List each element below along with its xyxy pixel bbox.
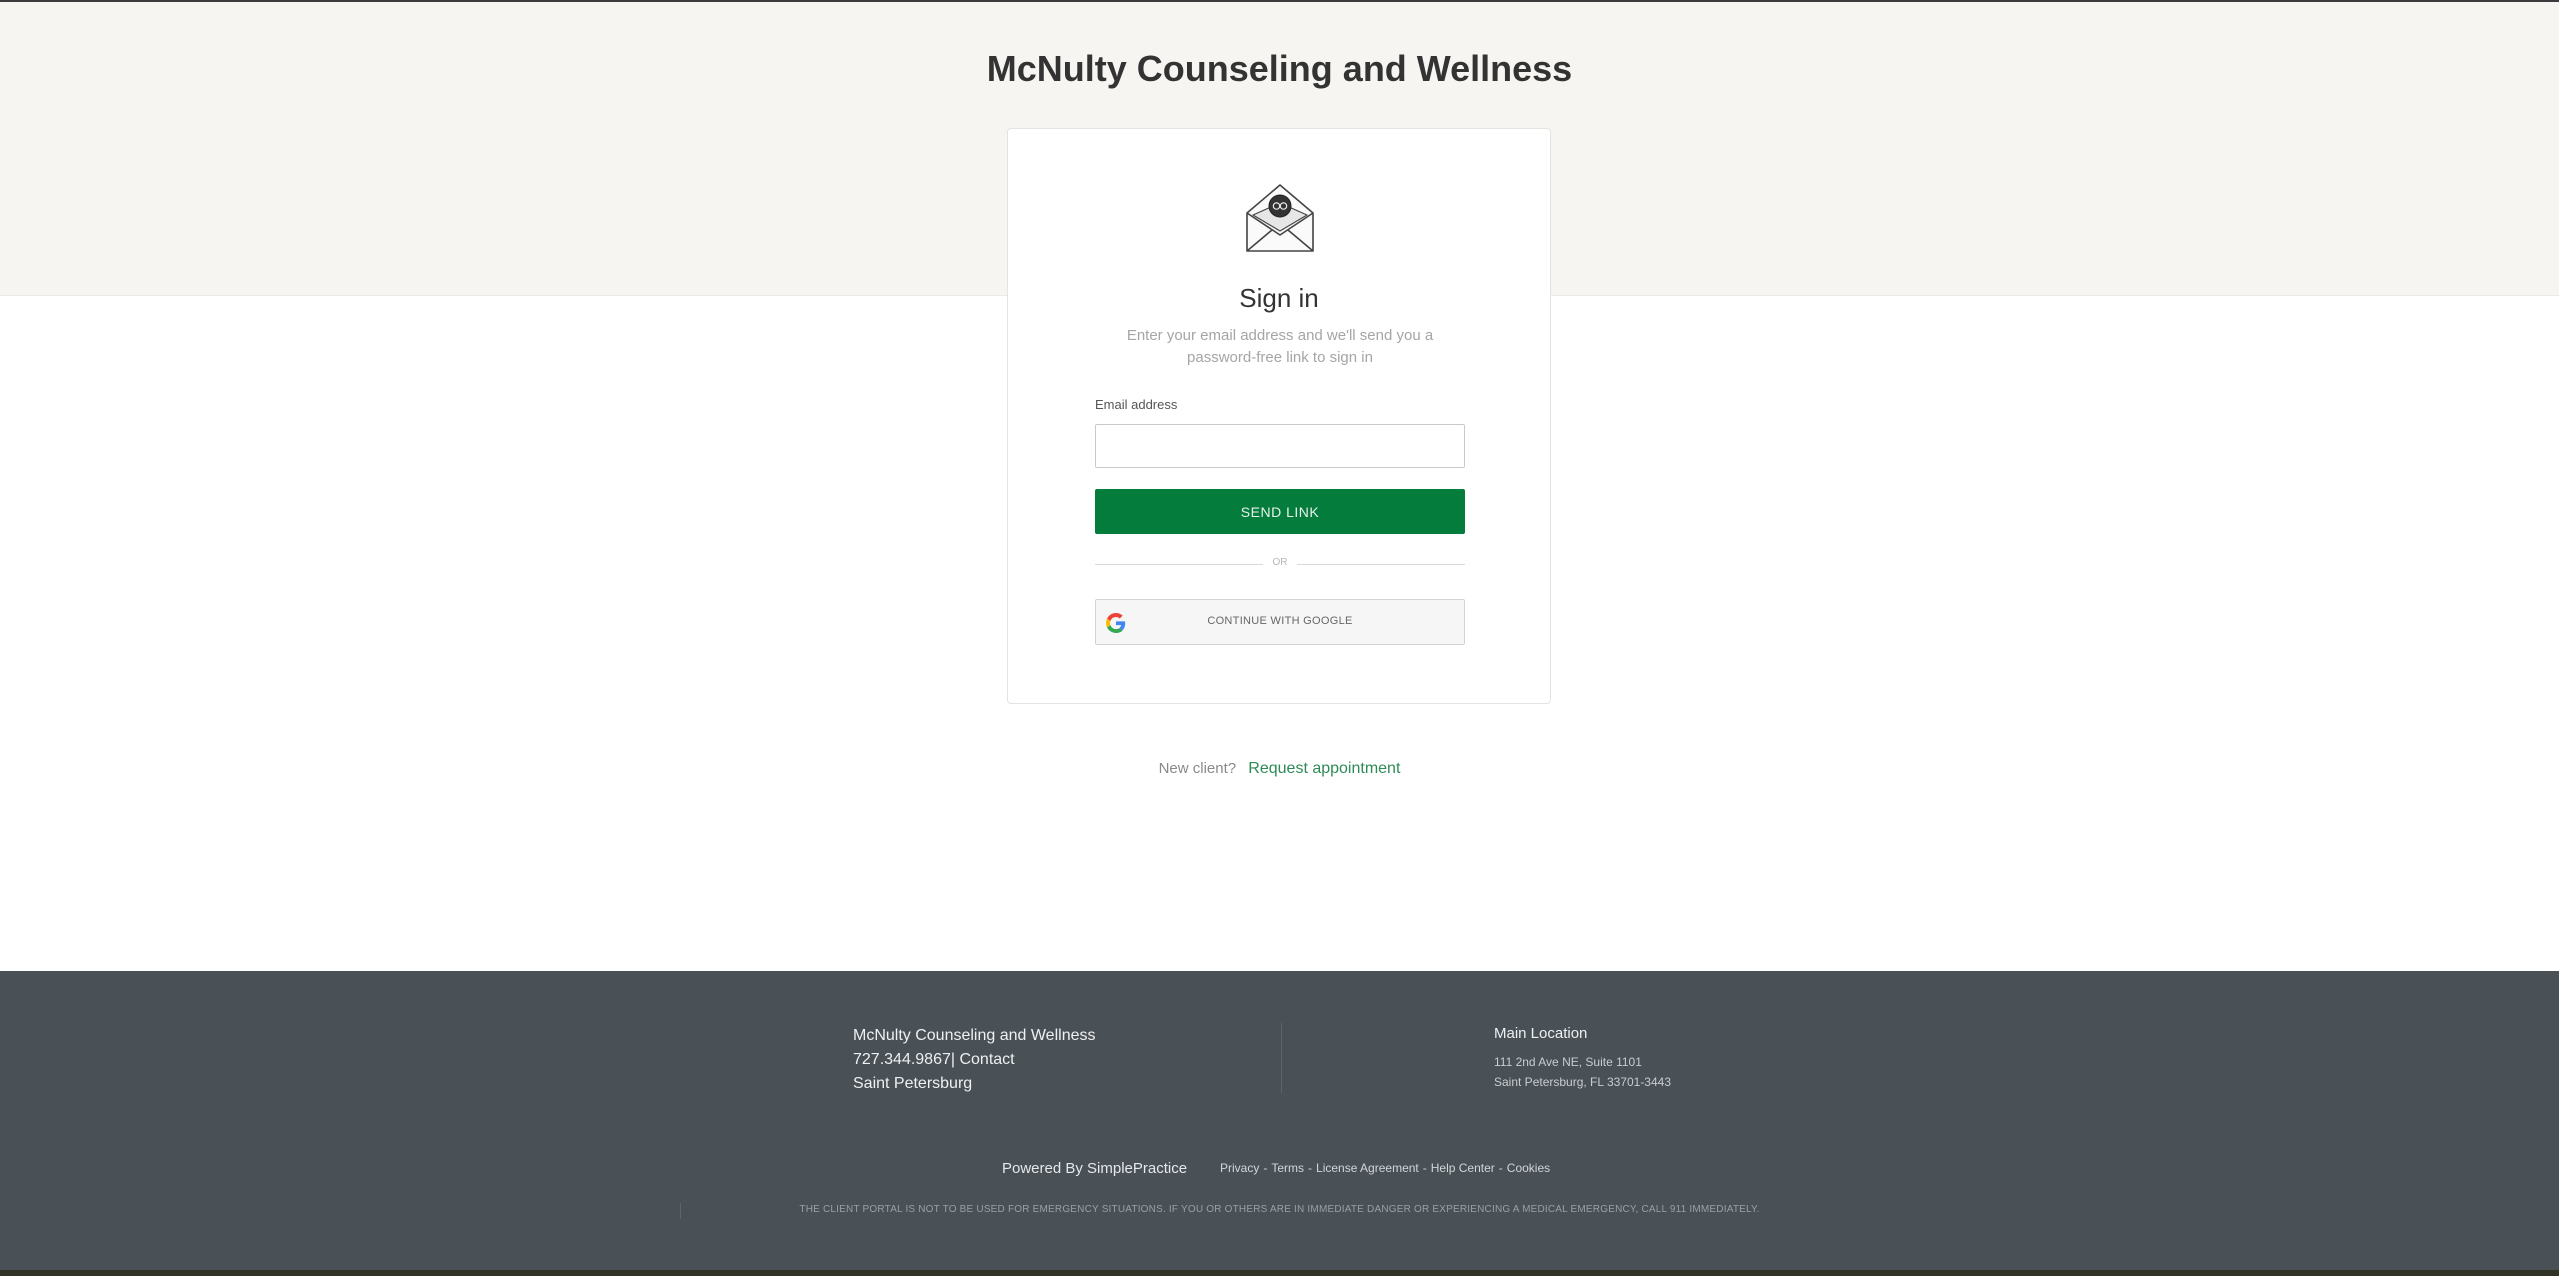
continue-with-google-button[interactable]: CONTINUE WITH GOOGLE: [1095, 599, 1465, 645]
footer-links: Privacy - Terms - License Agreement - Help Cen…: [1220, 1161, 1551, 1175]
footer-practice-name: McNulty Counseling and Wellness: [853, 1027, 1096, 1044]
practice-title: McNulty Counseling and Wellness: [986, 48, 1573, 89]
footer-city: Saint Petersburg: [853, 1075, 973, 1092]
footer-practice-info: McNulty Counseling and Wellness 727.344.…: [853, 1024, 1095, 1096]
footer-location: Main Location 111 2nd Ave NE, Suite 1101…: [1494, 1025, 1671, 1092]
emergency-disclaimer: THE CLIENT PORTAL IS NOT TO BE USED FOR …: [799, 1204, 1760, 1215]
or-divider: OR: [1095, 557, 1465, 571]
location-title: Main Location: [1494, 1025, 1588, 1042]
new-client-label: New client?: [1158, 760, 1237, 777]
help-center-link[interactable]: Help Center: [1431, 1161, 1495, 1175]
footer-bottom-bar: [0, 1270, 2559, 1276]
request-appointment-link[interactable]: Request appointment: [1248, 760, 1400, 777]
cookies-link[interactable]: Cookies: [1507, 1161, 1550, 1175]
address-line-1: 111 2nd Ave NE, Suite 1101: [1494, 1055, 1642, 1069]
divider-line: [1297, 564, 1465, 565]
google-button-label: CONTINUE WITH GOOGLE: [1207, 615, 1353, 627]
footer-phone[interactable]: 727.344.9867: [853, 1051, 951, 1068]
terms-link[interactable]: Terms: [1271, 1161, 1304, 1175]
footer-contact-row: 727.344.9867| Contact: [853, 1048, 1095, 1072]
license-agreement-link[interactable]: License Agreement: [1316, 1161, 1419, 1175]
sign-in-heading: Sign in: [1239, 283, 1319, 313]
envelope-with-logo-icon: [1246, 184, 1314, 252]
sign-in-card: Sign in Enter your email address and we'…: [1007, 128, 1551, 704]
privacy-link[interactable]: Privacy: [1220, 1161, 1259, 1175]
new-client-row: New client? Request appointment: [0, 760, 2559, 778]
email-field[interactable]: [1095, 424, 1465, 468]
address-line-2: Saint Petersburg, FL 33701-3443: [1494, 1075, 1672, 1089]
send-link-button[interactable]: SEND LINK: [1095, 489, 1465, 534]
email-label: Email address: [1095, 397, 1178, 412]
footer-divider: [1281, 1023, 1282, 1093]
footer-contact-link[interactable]: | Contact: [951, 1051, 1015, 1068]
footer: McNulty Counseling and Wellness 727.344.…: [0, 971, 2559, 1270]
powered-by-link[interactable]: Powered By SimplePractice: [1002, 1160, 1187, 1177]
or-label: OR: [1272, 557, 1288, 568]
sign-in-subtitle: Enter your email address and we'll send …: [1126, 327, 1434, 366]
